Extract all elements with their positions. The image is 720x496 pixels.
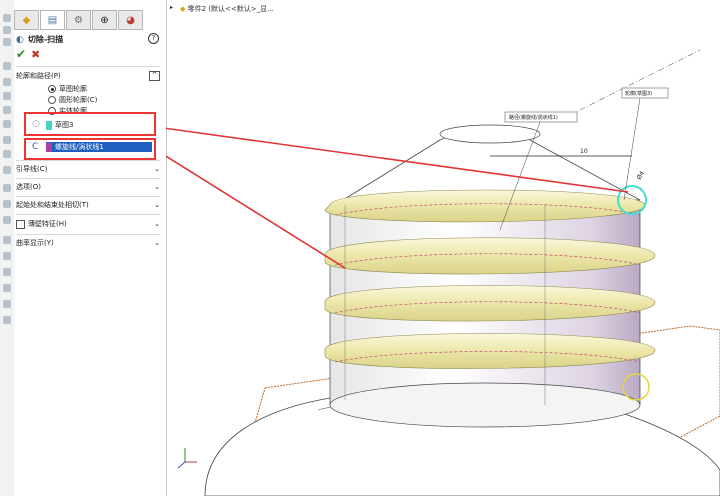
property-list-icon: ▤	[47, 14, 58, 26]
top-face	[439, 124, 541, 144]
section-label: 选项(O)	[16, 183, 41, 191]
tool-icon[interactable]	[3, 150, 11, 158]
chevron-down-icon[interactable]: ⌄	[154, 220, 160, 228]
profile-value: 草图3	[55, 121, 74, 129]
tool-icon[interactable]	[3, 38, 11, 46]
chevron-down-icon[interactable]: ⌄	[154, 183, 160, 191]
tool-icon[interactable]	[3, 184, 11, 192]
axis-centerline	[559, 49, 701, 121]
profile-icon: ◌	[32, 119, 40, 129]
path-value: 螺旋线/涡状线1	[55, 143, 104, 151]
callout-leader	[623, 97, 641, 201]
divider	[16, 178, 160, 179]
divider	[16, 160, 160, 161]
section-label: 曲率显示(Y)	[16, 239, 54, 247]
sketch-callout: 轮廓(草图3)	[625, 90, 652, 97]
graphics-viewport[interactable]: 10 Ø4 路径(螺旋线/涡状线1) 轮廓(草图3)	[166, 0, 720, 496]
path-color-swatch	[46, 142, 52, 152]
cancel-button[interactable]: ✖	[31, 48, 40, 61]
radio-label: 圆形轮廓(C)	[59, 96, 98, 104]
divider	[16, 214, 160, 215]
radio-circular-profile[interactable]: 圆形轮廓(C)	[48, 95, 97, 105]
divider	[16, 66, 160, 67]
profile-color-swatch	[46, 120, 52, 130]
property-manager-tab[interactable]: ▤	[40, 10, 65, 30]
radio-button[interactable]	[48, 85, 56, 93]
divider	[16, 234, 160, 235]
chevron-down-icon[interactable]: ⌄	[154, 239, 160, 247]
curvature-display-section[interactable]: 曲率显示(Y) ⌄	[16, 238, 160, 248]
thin-feature-checkbox[interactable]	[16, 219, 25, 229]
tool-icon[interactable]	[3, 268, 11, 276]
path-callout: 路径(螺旋线/涡状线1)	[509, 114, 558, 121]
feature-title-text: 切除-扫描	[27, 35, 64, 44]
cylinder-bottom	[329, 382, 641, 428]
tool-icon[interactable]	[3, 78, 11, 86]
feature-manager-tab[interactable]: ◆	[14, 10, 39, 30]
guide-curves-section[interactable]: 引导线(C) ⌄	[16, 164, 160, 174]
thin-feature-section[interactable]: 薄壁特征(H) ⌄	[16, 219, 160, 229]
tool-icon[interactable]	[3, 136, 11, 144]
help-button[interactable]: ?	[148, 33, 159, 44]
crosshair-icon: ⊕	[100, 14, 109, 26]
tool-icon[interactable]	[3, 14, 11, 22]
path-icon: C	[32, 142, 39, 152]
annotation-arrow-path	[166, 155, 346, 269]
radio-sketch-profile[interactable]: 草图轮廓	[48, 84, 87, 94]
tool-icon[interactable]	[3, 166, 11, 174]
options-section[interactable]: 选项(O) ⌄	[16, 182, 160, 192]
collapse-button[interactable]: ^	[149, 71, 160, 81]
chevron-down-icon[interactable]: ⌄	[154, 201, 160, 209]
tool-icon[interactable]	[3, 284, 11, 292]
tool-icon[interactable]	[3, 252, 11, 260]
dimension-10[interactable]: 10	[580, 148, 588, 155]
configuration-manager-tab[interactable]: ⚙	[66, 10, 91, 30]
tool-icon[interactable]	[3, 106, 11, 114]
tool-icon[interactable]	[3, 62, 11, 70]
tool-icon[interactable]	[3, 316, 11, 324]
manager-tabs: ◆ ▤ ⚙ ⊕ ◕	[14, 10, 144, 30]
section-label: 起始处和结束处相切(T)	[16, 201, 89, 209]
tool-icon[interactable]	[3, 236, 11, 244]
section-label: 薄壁特征(H)	[28, 220, 67, 228]
left-toolbar-strip	[0, 0, 15, 496]
tool-icon[interactable]	[3, 92, 11, 100]
profile-path-header[interactable]: 轮廓和路径(P) ^	[16, 71, 160, 81]
tangency-section[interactable]: 起始处和结束处相切(T) ⌄	[16, 200, 160, 210]
radio-button[interactable]	[48, 96, 56, 104]
section-label: 引导线(C)	[16, 165, 48, 173]
dimxpert-tab[interactable]: ⊕	[92, 10, 117, 30]
configuration-icon: ⚙	[74, 14, 83, 26]
tool-icon[interactable]	[3, 216, 11, 224]
divider	[16, 196, 160, 197]
sweep-cut-icon: ◐	[16, 34, 24, 45]
profile-selection-field[interactable]: 草图3	[46, 120, 150, 130]
display-manager-tab[interactable]: ◕	[118, 10, 143, 30]
chevron-down-icon[interactable]: ⌄	[154, 165, 160, 173]
feature-tree-icon: ◆	[22, 14, 31, 26]
triad-axes-icon	[177, 448, 197, 469]
color-wheel-icon: ◕	[126, 14, 135, 26]
profile-path-label: 轮廓和路径(P)	[16, 72, 61, 80]
feature-title: ◐ 切除-扫描	[16, 34, 63, 45]
tool-icon[interactable]	[3, 26, 11, 34]
radio-label: 草图轮廓	[59, 85, 87, 93]
path-selection-field[interactable]: 螺旋线/涡状线1	[46, 142, 152, 152]
tool-icon[interactable]	[3, 300, 11, 308]
dimension-diameter[interactable]: Ø4	[636, 170, 646, 181]
tool-icon[interactable]	[3, 120, 11, 128]
ok-button[interactable]: ✔	[16, 47, 26, 61]
tool-icon[interactable]	[3, 200, 11, 208]
